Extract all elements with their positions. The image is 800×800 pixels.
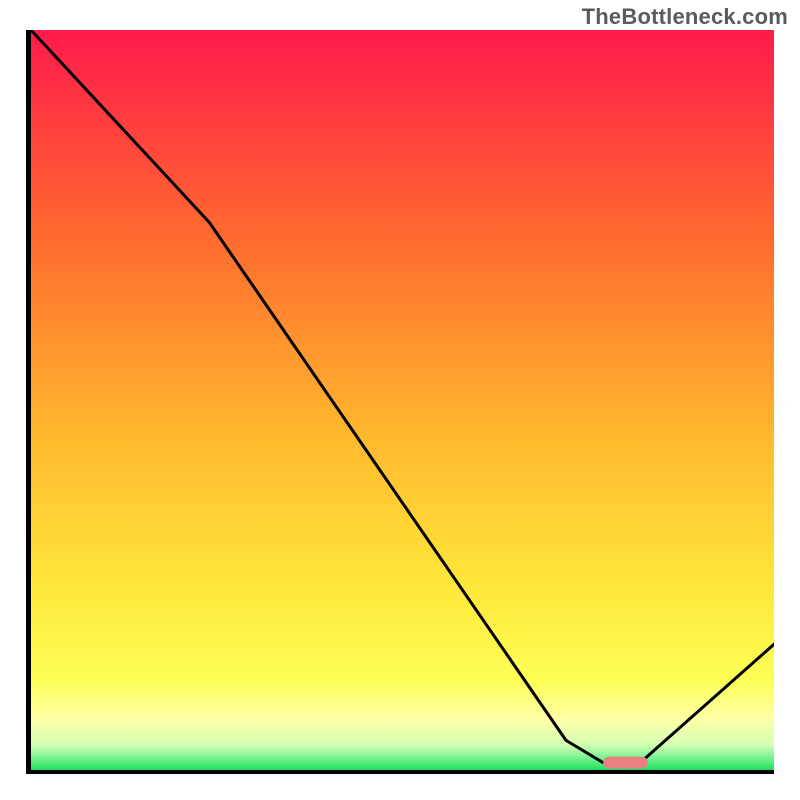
optimal-marker <box>603 757 648 769</box>
gradient-background <box>31 30 774 770</box>
chart-frame: { "watermark": "TheBottleneck.com", "col… <box>0 0 800 800</box>
watermark-text: TheBottleneck.com <box>582 4 788 30</box>
chart-plot <box>31 30 774 770</box>
